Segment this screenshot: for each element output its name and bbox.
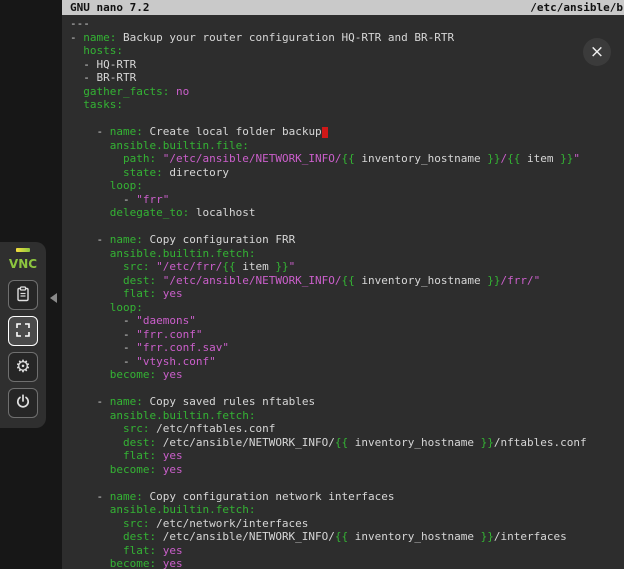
power-icon xyxy=(15,394,31,413)
editor-line: flat: yes xyxy=(70,544,624,558)
editor-line: gather_facts: no xyxy=(70,85,624,99)
editor-line: dest: /etc/ansible/NETWORK_INFO/{{ inven… xyxy=(70,436,624,450)
editor-line xyxy=(70,220,624,234)
power-button[interactable] xyxy=(8,388,38,418)
editor-line: become: yes xyxy=(70,368,624,382)
fullscreen-button[interactable] xyxy=(8,316,38,346)
editor-line: state: directory xyxy=(70,166,624,180)
clipboard-icon xyxy=(15,286,31,305)
novnc-logo-mark xyxy=(16,248,30,252)
screen: VNC xyxy=(0,0,624,569)
editor-line: dest: "/etc/ansible/NETWORK_INFO/{{ inve… xyxy=(70,274,624,288)
editor-line: - name: Copy configuration FRR xyxy=(70,233,624,247)
control-bar-handle[interactable] xyxy=(46,288,60,308)
gear-icon: ⚙ xyxy=(15,359,30,376)
editor-line: - "frr" xyxy=(70,193,624,207)
vnc-control-bar: VNC xyxy=(0,242,46,428)
editor-line: - name: Backup your router configuration… xyxy=(70,31,624,45)
editor-line: dest: /etc/ansible/NETWORK_INFO/{{ inven… xyxy=(70,530,624,544)
editor-line: src: "/etc/frr/{{ item }}" xyxy=(70,260,624,274)
editor-line: flat: yes xyxy=(70,449,624,463)
editor-line: flat: yes xyxy=(70,287,624,301)
text-cursor xyxy=(322,127,328,138)
nano-version: GNU nano 7.2 xyxy=(70,0,149,15)
nano-titlebar: GNU nano 7.2 /etc/ansible/b xyxy=(62,0,624,15)
vnc-sidebar: VNC xyxy=(0,0,62,569)
fullscreen-icon xyxy=(15,322,31,341)
novnc-logo-text: VNC xyxy=(9,257,37,271)
editor-line xyxy=(70,382,624,396)
editor-line: ansible.builtin.fetch: xyxy=(70,247,624,261)
editor-line: ansible.builtin.file: xyxy=(70,139,624,153)
editor-line: - "frr.conf" xyxy=(70,328,624,342)
nano-editor: GNU nano 7.2 /etc/ansible/b ---- name: B… xyxy=(62,0,624,569)
chevron-left-icon xyxy=(50,293,57,303)
editor-line: become: yes xyxy=(70,557,624,569)
editor-line: - "vtysh.conf" xyxy=(70,355,624,369)
editor-line: - name: Copy saved rules nftables xyxy=(70,395,624,409)
editor-lines[interactable]: ---- name: Backup your router configurat… xyxy=(62,15,624,569)
editor-line: --- xyxy=(70,17,624,31)
nano-filename: /etc/ansible/b xyxy=(530,0,623,15)
editor-line: delegate_to: localhost xyxy=(70,206,624,220)
editor-line: path: "/etc/ansible/NETWORK_INFO/{{ inve… xyxy=(70,152,624,166)
settings-button[interactable]: ⚙ xyxy=(8,352,38,382)
editor-line: loop: xyxy=(70,179,624,193)
editor-line: ansible.builtin.fetch: xyxy=(70,503,624,517)
editor-line: loop: xyxy=(70,301,624,315)
editor-line: - "frr.conf.sav" xyxy=(70,341,624,355)
editor-line: - name: Create local folder backup xyxy=(70,125,624,139)
novnc-logo: VNC xyxy=(9,248,37,272)
editor-line xyxy=(70,112,624,126)
editor-line: become: yes xyxy=(70,463,624,477)
editor-line: tasks: xyxy=(70,98,624,112)
editor-line: - "daemons" xyxy=(70,314,624,328)
editor-line: - BR-RTR xyxy=(70,71,624,85)
editor-line: - name: Copy configuration network inter… xyxy=(70,490,624,504)
editor-line: src: /etc/network/interfaces xyxy=(70,517,624,531)
clipboard-button[interactable] xyxy=(8,280,38,310)
editor-line: ansible.builtin.fetch: xyxy=(70,409,624,423)
editor-line: src: /etc/nftables.conf xyxy=(70,422,624,436)
close-button[interactable]: × xyxy=(583,38,611,66)
editor-line xyxy=(70,476,624,490)
editor-line: hosts: xyxy=(70,44,624,58)
editor-line: - HQ-RTR xyxy=(70,58,624,72)
